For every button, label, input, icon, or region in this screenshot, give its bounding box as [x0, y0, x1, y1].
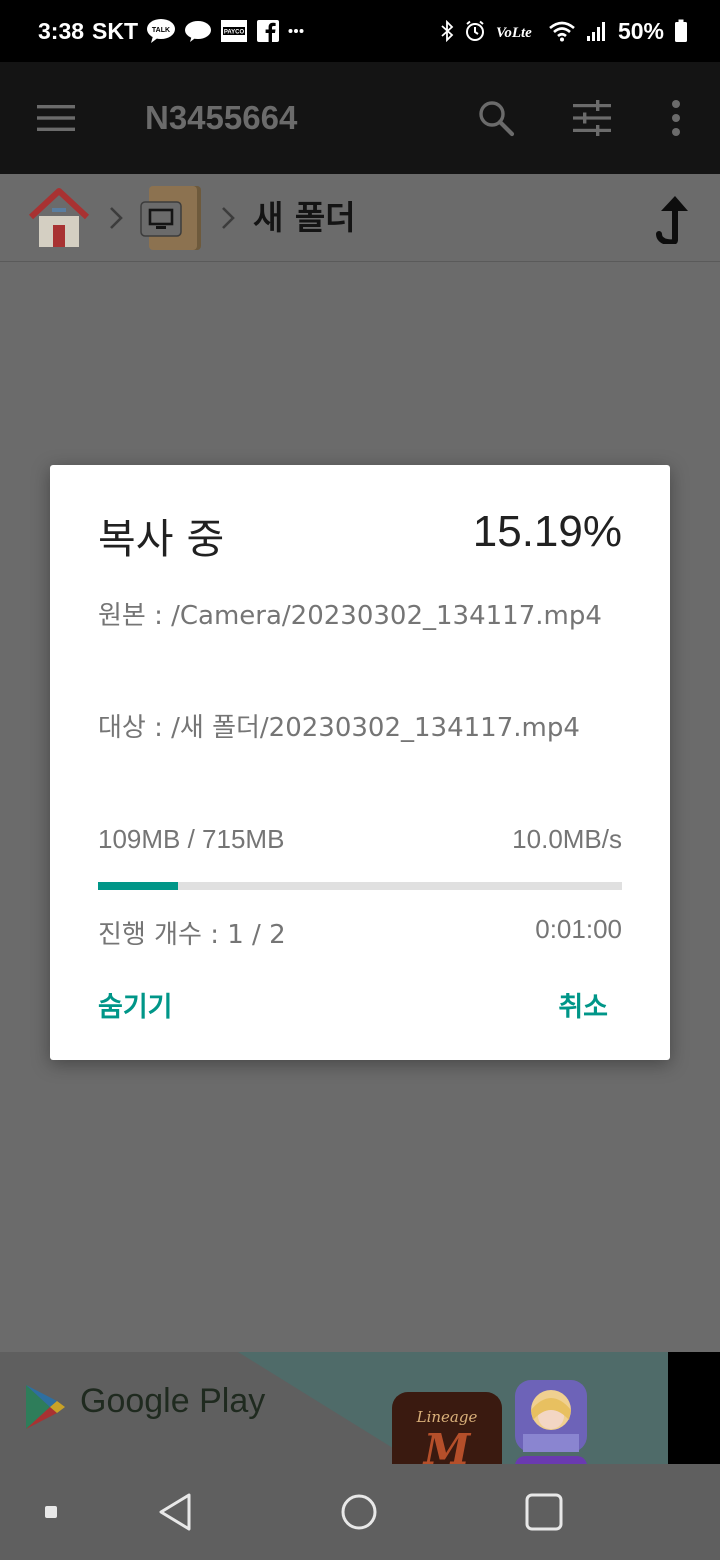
progress-bar — [98, 882, 622, 890]
cancel-button[interactable]: 취소 — [558, 985, 608, 1024]
facebook-icon — [256, 19, 280, 43]
kakaotalk-icon: TALK — [146, 18, 176, 44]
recent-apps-dot-icon[interactable] — [21, 1482, 81, 1542]
payco-badge-text: PAYCO — [224, 30, 245, 36]
alarm-icon — [464, 20, 486, 42]
device-storage-icon[interactable] — [138, 184, 208, 252]
back-icon[interactable] — [145, 1482, 205, 1542]
battery-percent: 50% — [617, 17, 664, 44]
ad-banner[interactable]: Google Play Lineage M — [0, 1352, 720, 1464]
second-game-icon — [515, 1456, 587, 1464]
home-icon[interactable] — [26, 186, 92, 250]
battery-icon — [674, 19, 688, 43]
transfer-speed: 10.0MB/s — [512, 824, 622, 854]
progress-percent: 15.19% — [472, 507, 622, 556]
chevron-right-icon — [216, 204, 240, 232]
volte-text: VoLte — [496, 25, 532, 41]
google-play-icon — [22, 1382, 68, 1432]
status-time: 3:38 — [38, 17, 85, 44]
google-play-label: Google Play — [80, 1382, 266, 1420]
home-button-icon[interactable] — [329, 1482, 389, 1542]
progress-bar-fill — [98, 882, 178, 890]
anime-game-icon — [515, 1380, 587, 1452]
bluetooth-icon — [440, 20, 454, 42]
breadcrumb: 새 폴더 — [0, 174, 720, 262]
app-bar: N3455664 — [0, 62, 720, 174]
status-bar: 3:38 SKT TALK PAYCO VoLte 50% — [0, 0, 720, 62]
dialog-title: 복사 중 — [98, 515, 225, 563]
menu-icon[interactable] — [28, 90, 84, 146]
file-count: 진행 개수 : 1 / 2 — [98, 920, 286, 950]
size-progress: 109MB / 715MB — [98, 824, 285, 854]
payco-icon: PAYCO — [220, 19, 248, 43]
search-icon[interactable] — [468, 90, 524, 146]
chat-bubble-icon — [184, 19, 212, 43]
hide-button[interactable]: 숨기기 — [98, 985, 173, 1024]
navigation-bar — [0, 1464, 720, 1560]
more-options-icon[interactable] — [648, 90, 704, 146]
status-carrier: SKT — [92, 17, 139, 44]
parent-folder-icon[interactable] — [646, 192, 696, 246]
app-title: N3455664 — [145, 99, 298, 136]
more-notifications-icon — [288, 27, 304, 35]
copy-progress-dialog: 복사 중 15.19% 원본 : /Camera/20230302_134117… — [50, 465, 670, 1060]
lineage-game-icon: Lineage M — [392, 1392, 502, 1464]
lineage-logo-text: Lineage — [416, 1408, 478, 1426]
kakaotalk-badge-text: TALK — [152, 27, 170, 34]
lineage-logo-mark: M — [422, 1425, 472, 1464]
filter-settings-icon[interactable] — [564, 90, 620, 146]
elapsed-time: 0:01:00 — [535, 914, 622, 944]
chevron-right-icon — [104, 204, 128, 232]
ad-dark-edge — [668, 1352, 720, 1464]
volte-icon: VoLte — [496, 20, 538, 42]
signal-icon — [586, 20, 608, 42]
wifi-icon — [548, 20, 576, 42]
breadcrumb-current-folder[interactable]: 새 폴더 — [253, 174, 356, 262]
source-path: 원본 : /Camera/20230302_134117.mp4 — [98, 601, 602, 631]
target-path: 대상 : /새 폴더/20230302_134117.mp4 — [98, 713, 580, 743]
overview-icon[interactable] — [514, 1482, 574, 1542]
